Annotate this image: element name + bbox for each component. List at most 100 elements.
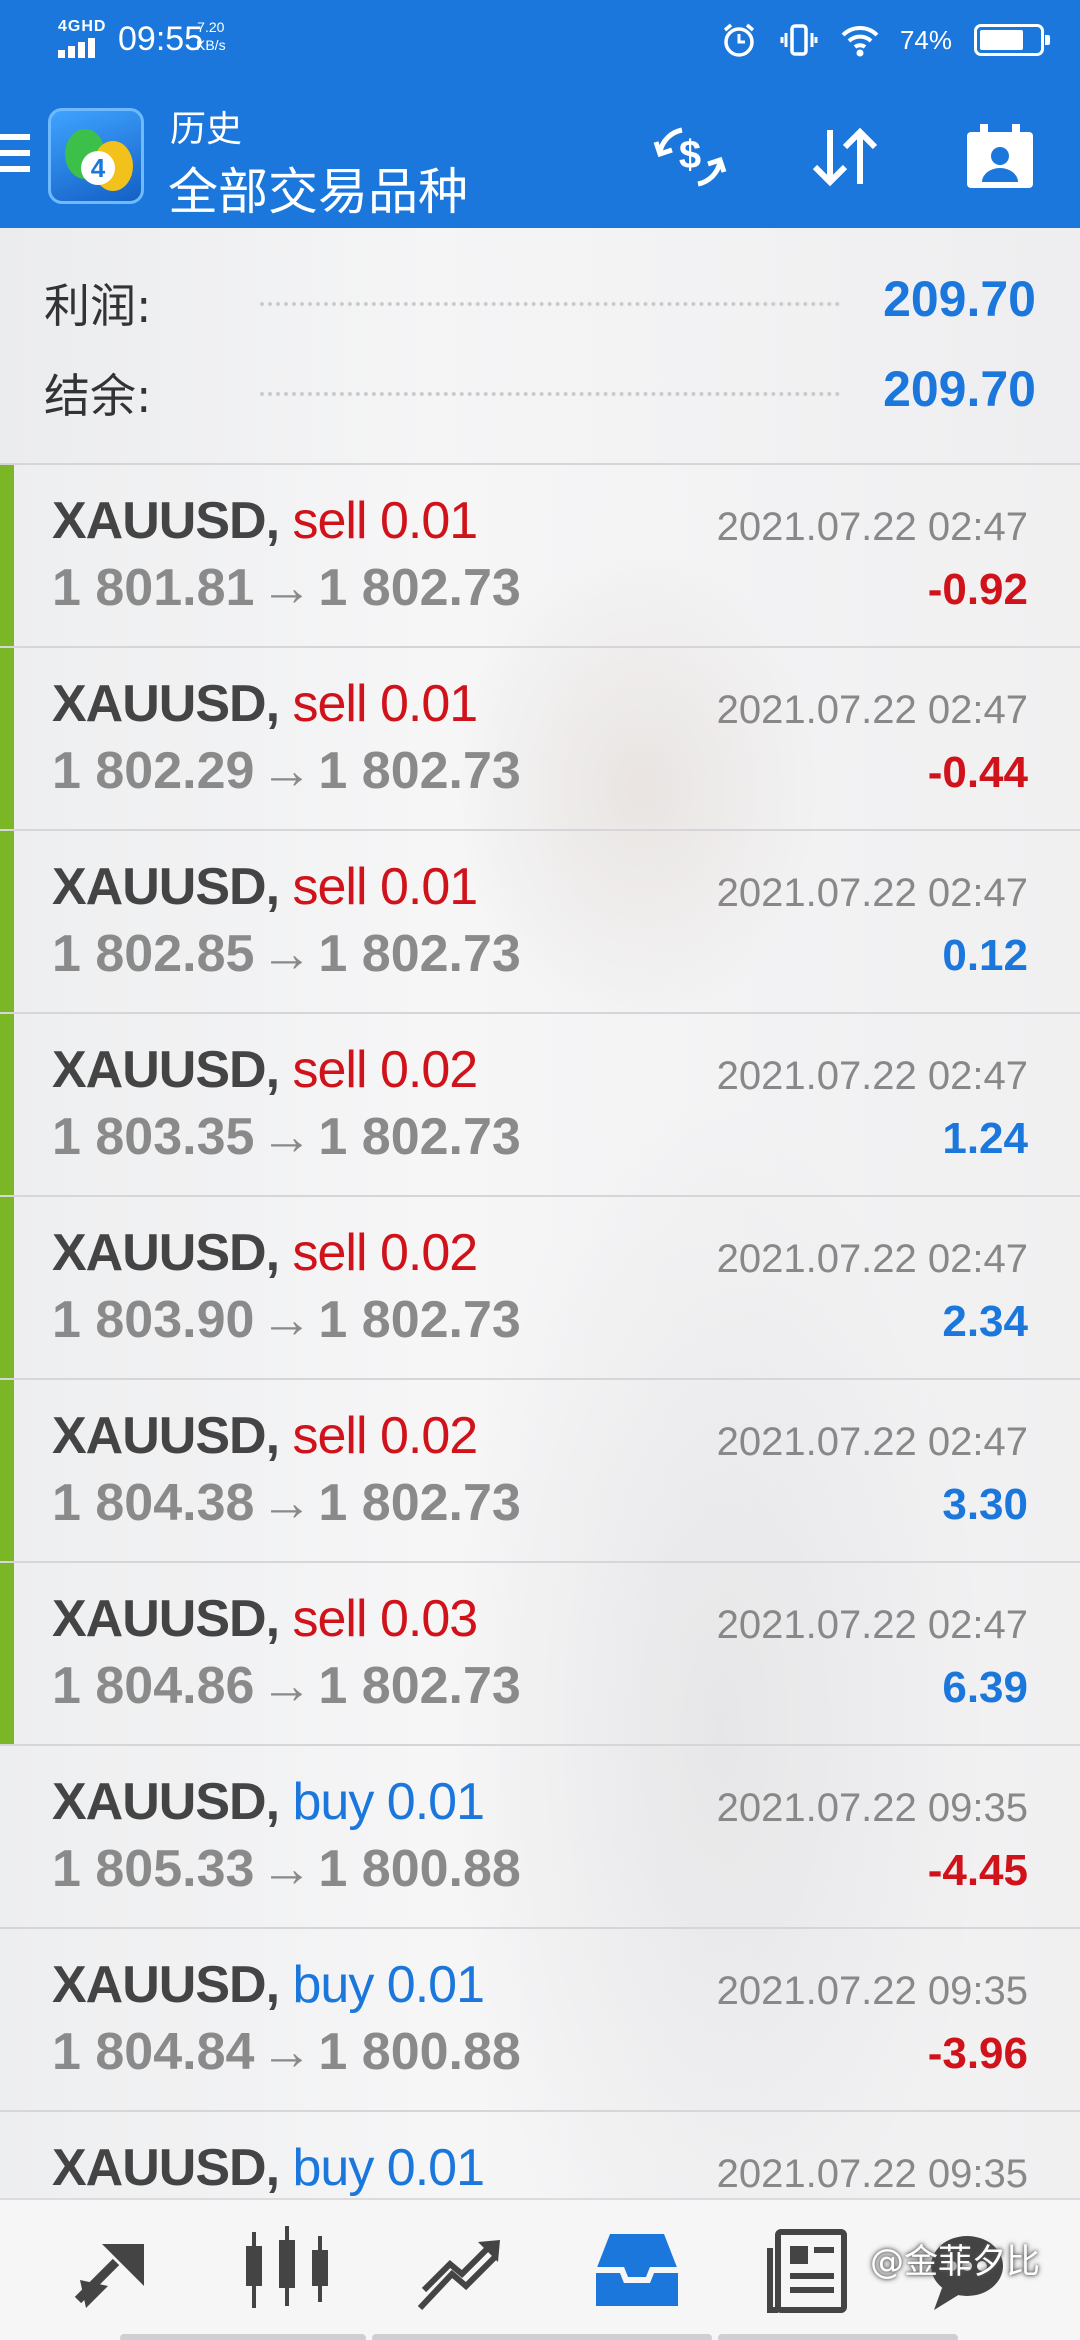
trade-prices: 1 801.81 → 1 802.73 <box>52 558 521 618</box>
trade-row[interactable]: XAUUSD, buy 0.01 2021.07.22 09:35 <box>0 2110 1080 2198</box>
alarm-icon <box>720 21 758 59</box>
trade-time: 2021.07.22 09:35 <box>716 1969 1028 2013</box>
close-price: 1 800.88 <box>318 1840 521 1898</box>
trade-profit: 0.12 <box>942 931 1028 980</box>
battery-level <box>980 30 1023 50</box>
speed-unit: KB/s <box>196 37 226 53</box>
trade-icon[interactable] <box>402 2220 512 2320</box>
trade-row[interactable]: XAUUSD, buy 0.01 2021.07.22 09:35 1 804.84… <box>0 1927 1080 2110</box>
arrow-icon: → <box>260 559 313 617</box>
trade-lots: 0.01 <box>386 1956 485 2014</box>
trade-history-list[interactable]: XAUUSD, sell 0.01 2021.07.22 02:47 1 801.8… <box>0 463 1080 2198</box>
trade-prices: 1 804.86 → 1 802.73 <box>52 1656 521 1716</box>
trade-side: sell <box>292 858 367 916</box>
news-icon[interactable] <box>756 2220 866 2320</box>
page-subtitle: 历史 <box>170 109 243 150</box>
trade-profit: -3.96 <box>927 2029 1028 2078</box>
nav-handle <box>372 2334 712 2340</box>
quotes-icon[interactable] <box>58 2220 168 2320</box>
trade-prices: 1 802.29 → 1 802.73 <box>52 741 521 801</box>
open-price: 1 801.81 <box>52 559 255 617</box>
trade-title: XAUUSD, sell 0.02 <box>52 1406 478 1466</box>
trade-symbol: XAUUSD, <box>52 858 280 916</box>
nav-handle <box>718 2334 958 2340</box>
summary-panel: 利润: 209.70 结余: 209.70 <box>0 228 1080 463</box>
trade-row[interactable]: XAUUSD, sell 0.02 2021.07.22 02:47 1 803.3… <box>0 1012 1080 1197</box>
dotted-leader <box>260 302 840 306</box>
svg-text:$: $ <box>679 133 701 177</box>
close-price: 1 802.73 <box>318 742 521 800</box>
trade-lots: 0.03 <box>379 1590 478 1648</box>
app-bar: 4 历史 全部交易品种 $ <box>0 96 1080 221</box>
trade-row[interactable]: XAUUSD, sell 0.01 2021.07.22 02:47 1 802.2… <box>0 646 1080 831</box>
open-price: 1 802.85 <box>52 925 255 983</box>
battery-icon <box>974 24 1050 56</box>
trade-lots: 0.01 <box>379 492 478 550</box>
chart-icon[interactable] <box>232 2220 342 2320</box>
trade-lots: 0.02 <box>379 1041 478 1099</box>
arrow-icon: → <box>260 1657 313 1715</box>
balance-row: 结余: 209.70 <box>40 350 1040 430</box>
trade-time: 2021.07.22 02:47 <box>716 1054 1028 1098</box>
open-price: 1 805.33 <box>52 1840 255 1898</box>
trade-symbol: XAUUSD, <box>52 492 280 550</box>
trade-row[interactable]: XAUUSD, buy 0.01 2021.07.22 09:35 1 805.33… <box>0 1744 1080 1927</box>
arrow-icon: → <box>260 1474 313 1532</box>
trade-row[interactable]: XAUUSD, sell 0.02 2021.07.22 02:47 1 803.9… <box>0 1195 1080 1380</box>
network-speed: 7.20 KB/s <box>196 18 226 54</box>
trade-title: XAUUSD, sell 0.01 <box>52 674 478 734</box>
arrow-icon: → <box>260 1108 313 1166</box>
trade-side: sell <box>292 1041 367 1099</box>
trade-prices: 1 803.35 → 1 802.73 <box>52 1107 521 1167</box>
signal-icon <box>58 36 106 58</box>
wifi-icon <box>840 21 879 59</box>
trade-time: 2021.07.22 02:47 <box>716 1237 1028 1281</box>
balance-value: 209.70 <box>883 361 1036 417</box>
page-title[interactable]: 全部交易品种 <box>168 152 468 224</box>
close-price: 1 802.73 <box>318 1474 521 1532</box>
close-price: 1 802.73 <box>318 1291 521 1349</box>
history-icon[interactable] <box>582 2220 692 2320</box>
nav-handle <box>120 2334 366 2340</box>
trade-side: buy <box>292 1956 374 2014</box>
open-price: 1 804.84 <box>52 2023 255 2081</box>
watermark: @金菲夕比 <box>870 2242 1040 2282</box>
menu-icon[interactable] <box>0 134 30 180</box>
open-price: 1 802.29 <box>52 742 255 800</box>
trade-side: buy <box>292 1773 374 1831</box>
profit-row: 利润: 209.70 <box>40 260 1040 340</box>
trade-time: 2021.07.22 09:35 <box>716 2152 1028 2196</box>
status-bar: 4GHD 09:55 7.20 KB/s 74% <box>0 0 1080 80</box>
battery-percent: 74% <box>899 24 952 55</box>
trade-symbol: XAUUSD, <box>52 1773 280 1831</box>
trade-profit: -4.45 <box>927 1846 1028 1895</box>
trade-prices: 1 804.84 → 1 800.88 <box>52 2022 521 2082</box>
trade-title: XAUUSD, sell 0.03 <box>52 1589 478 1649</box>
open-price: 1 804.38 <box>52 1474 255 1532</box>
trade-symbol: XAUUSD, <box>52 2139 280 2197</box>
trade-time: 2021.07.22 02:47 <box>716 688 1028 732</box>
trade-lots: 0.01 <box>386 1773 485 1831</box>
app-logo[interactable]: 4 <box>48 108 144 204</box>
trade-title: XAUUSD, sell 0.02 <box>52 1223 478 1283</box>
trade-row[interactable]: XAUUSD, sell 0.01 2021.07.22 02:47 1 801.8… <box>0 463 1080 648</box>
trade-symbol: XAUUSD, <box>52 1956 280 2014</box>
profit-value: 209.70 <box>883 271 1036 327</box>
speed-value: 7.20 <box>197 19 225 35</box>
trade-row[interactable]: XAUUSD, sell 0.03 2021.07.22 02:47 1 804.8… <box>0 1561 1080 1746</box>
trade-side: sell <box>292 492 367 550</box>
sort-icon[interactable] <box>805 122 885 192</box>
close-price: 1 800.88 <box>318 2023 521 2081</box>
trade-row[interactable]: XAUUSD, sell 0.02 2021.07.22 02:47 1 804.3… <box>0 1378 1080 1563</box>
calendar-person-icon[interactable] <box>960 122 1040 192</box>
profit-label: 利润: <box>44 279 152 333</box>
trade-row[interactable]: XAUUSD, sell 0.01 2021.07.22 02:47 1 802.8… <box>0 829 1080 1014</box>
balance-label: 结余: <box>44 369 152 423</box>
trade-title: XAUUSD, buy 0.01 <box>52 2138 485 2198</box>
trade-profit: 3.30 <box>942 1480 1028 1529</box>
trade-time: 2021.07.22 02:47 <box>716 871 1028 915</box>
currency-exchange-icon[interactable]: $ <box>650 122 730 192</box>
trade-profit: 1.24 <box>942 1114 1028 1163</box>
close-price: 1 802.73 <box>318 559 521 617</box>
bottom-nav: @金菲夕比 <box>0 2198 1080 2340</box>
